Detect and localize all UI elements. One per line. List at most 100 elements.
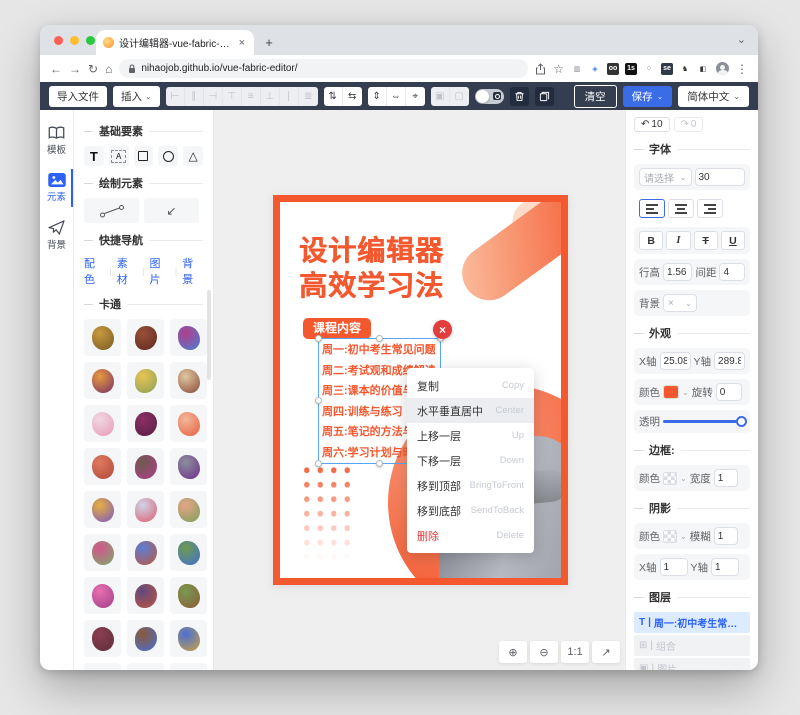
- align-center-button[interactable]: [668, 199, 694, 218]
- zoom-control-button[interactable]: ⊕: [499, 641, 527, 663]
- context-menu-item[interactable]: 复制 Copy: [407, 373, 534, 398]
- cartoon-item[interactable]: [170, 448, 207, 485]
- reload-icon[interactable]: ↻: [88, 62, 98, 76]
- border-width-input[interactable]: [714, 469, 738, 487]
- cartoon-item[interactable]: [170, 362, 207, 399]
- zoom-control-button[interactable]: ↗: [592, 641, 620, 663]
- text-style-button[interactable]: B: [639, 231, 663, 250]
- redo-button[interactable]: ↷ 0: [674, 117, 704, 132]
- undo-button[interactable]: ↶ 10: [634, 117, 670, 132]
- zoom-control-button[interactable]: 1:1: [561, 641, 589, 663]
- extension-icon[interactable]: ◈: [589, 63, 601, 75]
- draw-line-tool[interactable]: [84, 198, 139, 223]
- tab-close-icon[interactable]: ×: [237, 37, 247, 49]
- shadow-color-swatch[interactable]: [663, 530, 677, 543]
- context-menu-item[interactable]: 下移一层 Down: [407, 448, 534, 473]
- opacity-slider[interactable]: [663, 420, 745, 423]
- cartoon-item[interactable]: [127, 534, 164, 571]
- cartoon-item[interactable]: [170, 405, 207, 442]
- border-color-swatch[interactable]: [663, 472, 677, 485]
- share-icon[interactable]: [535, 63, 546, 75]
- cartoon-item[interactable]: [84, 491, 121, 528]
- delete-element-button[interactable]: ×: [433, 320, 452, 339]
- cartoon-item[interactable]: [84, 663, 121, 670]
- align-tool-icon[interactable]: ⊥: [261, 87, 280, 106]
- cartoon-item[interactable]: [127, 448, 164, 485]
- add-circle-tool[interactable]: [158, 146, 178, 166]
- address-input[interactable]: nihaojob.github.io/vue-fabric-editor/: [119, 59, 528, 78]
- cartoon-item[interactable]: [84, 577, 121, 614]
- flip-tool-icon[interactable]: ⇅: [324, 87, 343, 106]
- align-tool-icon[interactable]: ≣: [299, 87, 318, 106]
- extension-icon[interactable]: se: [661, 63, 673, 75]
- align-tool-icon[interactable]: ≡: [242, 87, 261, 106]
- maximize-window-button[interactable]: [86, 36, 95, 45]
- y-input[interactable]: [714, 352, 745, 370]
- save-dropdown-button[interactable]: 保存 ⌄: [623, 86, 673, 107]
- align-tool-icon[interactable]: ∥: [185, 87, 204, 106]
- cartoon-item[interactable]: [127, 362, 164, 399]
- clone-button[interactable]: [535, 87, 554, 106]
- context-menu-item[interactable]: 移到顶部 BringToFront: [407, 473, 534, 498]
- minimize-window-button[interactable]: [70, 36, 79, 45]
- text-bg-select[interactable]: × ⌄: [663, 294, 697, 312]
- nav-item-elements[interactable]: 元素: [40, 173, 73, 203]
- new-tab-button[interactable]: +: [258, 31, 280, 53]
- line-height-input[interactable]: [663, 263, 692, 281]
- profile-avatar[interactable]: [716, 62, 729, 75]
- layer-row[interactable]: ⊞ | 组合: [634, 635, 750, 656]
- flip-tool-icon[interactable]: ⇆: [343, 87, 362, 106]
- center-tool-icon[interactable]: ⇕: [368, 87, 387, 106]
- cartoon-item[interactable]: [84, 448, 121, 485]
- chevron-down-icon[interactable]: ⌄: [680, 532, 687, 541]
- slider-knob[interactable]: [736, 416, 747, 427]
- shadow-y-input[interactable]: [711, 558, 739, 576]
- group-tool-icon[interactable]: ▢: [450, 87, 469, 106]
- cartoon-item[interactable]: [84, 534, 121, 571]
- cartoon-item[interactable]: [127, 405, 164, 442]
- zoom-control-button[interactable]: ⊖: [530, 641, 558, 663]
- selection-handle[interactable]: [315, 335, 322, 342]
- poster-tag[interactable]: 课程内容: [303, 318, 371, 339]
- bookmark-star-icon[interactable]: ☆: [553, 62, 564, 76]
- nav-item-background[interactable]: 背景: [40, 220, 73, 251]
- shadow-x-input[interactable]: [660, 558, 688, 576]
- quick-link[interactable]: 配色 |: [84, 255, 112, 287]
- tab-search-chevron-icon[interactable]: ⌄: [737, 33, 746, 46]
- font-size-input[interactable]: [695, 168, 746, 186]
- align-tool-icon[interactable]: ∣: [280, 87, 299, 106]
- cartoon-item[interactable]: [170, 663, 207, 670]
- extension-icon[interactable]: oo: [607, 63, 619, 75]
- text-style-button[interactable]: I: [666, 231, 690, 250]
- cartoon-item[interactable]: [170, 577, 207, 614]
- cartoon-item[interactable]: [84, 405, 121, 442]
- align-tool-icon[interactable]: ⊣: [204, 87, 223, 106]
- forward-icon[interactable]: →: [69, 62, 81, 76]
- cartoon-item[interactable]: [127, 620, 164, 657]
- selection-handle[interactable]: [376, 460, 383, 467]
- cartoon-item[interactable]: [127, 319, 164, 356]
- cartoon-item[interactable]: [84, 362, 121, 399]
- cartoon-item[interactable]: [170, 491, 207, 528]
- align-left-button[interactable]: [639, 199, 665, 218]
- center-tool-icon[interactable]: ⌖: [406, 87, 425, 106]
- context-menu-item[interactable]: 上移一层 Up: [407, 423, 534, 448]
- browser-menu-icon[interactable]: ⋮: [736, 62, 748, 76]
- close-window-button[interactable]: [54, 36, 63, 45]
- quick-link[interactable]: 背景 |: [182, 255, 203, 287]
- selection-handle[interactable]: [315, 397, 322, 404]
- design-canvas[interactable]: 设计编辑器 高效学习法 课程内容 × 周一:初中考生常见问题周二:考试观和成绩解…: [214, 110, 625, 670]
- extension-icon[interactable]: ▥: [571, 63, 583, 75]
- align-right-button[interactable]: [697, 199, 723, 218]
- blur-input[interactable]: [714, 527, 738, 545]
- context-menu-item[interactable]: 删除 Delete: [407, 523, 534, 548]
- layer-row[interactable]: ▣ | 图片: [634, 658, 750, 670]
- spacing-input[interactable]: [719, 263, 745, 281]
- language-dropdown-button[interactable]: 简体中文 ⌄: [678, 86, 749, 107]
- cartoon-item[interactable]: [127, 663, 164, 670]
- extension-icon[interactable]: 1s: [625, 63, 637, 75]
- add-text-tool[interactable]: T: [84, 146, 104, 166]
- cartoon-item[interactable]: [127, 491, 164, 528]
- cartoon-item[interactable]: [84, 319, 121, 356]
- quick-link[interactable]: 素材 |: [117, 255, 145, 287]
